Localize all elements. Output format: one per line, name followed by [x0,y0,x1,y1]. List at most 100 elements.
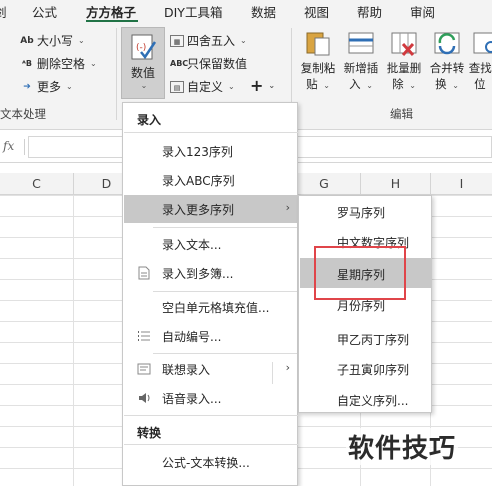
keep-values-label: 只保留数值 [187,57,248,71]
rounding-label: 四舍五入 [187,34,236,48]
ribbon-separator [116,28,117,120]
insert-icon [346,28,376,58]
menu-item-label: 录入更多序列 [162,203,235,217]
submenu-item-label: 子丑寅卯序列 [337,363,410,377]
delete-spaces-button[interactable]: ᴬB 删除空格 ⌄ [20,55,97,72]
custom-label: 自定义 [187,80,224,94]
section-convert-header: 转换 [137,426,162,440]
menu-item-entry-text[interactable]: 录入文本... [124,230,298,258]
chevron-down-icon: ⌄ [66,82,73,91]
menu-item-entry-123[interactable]: 录入123序列 [124,137,298,165]
batch-delete-button[interactable]: 批量删 除 ⌄ [384,28,424,94]
submenu-item-heavenly-stems[interactable]: 甲乙丙丁序列 [300,323,432,353]
edit-group-label: 编辑 [390,107,413,121]
rounding-icon: ▦ [170,34,184,47]
find-locate-button[interactable]: 查找定 位 ⌄ [466,28,492,94]
chevron-right-icon: › [285,361,290,374]
value-dropdown-menu: 录入 录入123序列 录入ABC序列 录入更多序列 › 录入文本... 录入到多… [122,102,298,486]
value-button[interactable]: (-) 数值 ⌄ [121,27,165,99]
chevron-down-icon: ⌄ [268,81,276,90]
copy-paste-label-2: 贴 ⌄ [306,77,330,91]
batch-delete-label: 批量删 [386,61,422,75]
plus-label: + [250,76,264,95]
menu-item-auto-number[interactable]: 自动编号... [124,322,298,350]
menu-item-label: 公式-文本转换... [162,456,250,470]
submenu-item-custom-sequence[interactable]: 自定义序列... [300,384,432,414]
value-icon: (-) [131,34,157,60]
menu-item-label: 联想录入 [162,363,211,377]
find-locate-label-2: 位 ⌄ [474,77,492,91]
svg-text:(-): (-) [136,43,146,53]
batch-delete-label-2: 除 ⌄ [392,77,416,91]
menu-item-formula-text[interactable]: 公式-文本转换... [124,448,298,476]
submenu-item-earthly-branches[interactable]: 子丑寅卯序列 [300,353,432,383]
tab-fangfang[interactable]: 方方格子 [86,2,136,21]
menu-tab-bar: 剑 公式 方方格子 DIY工具箱 数据 视图 帮助 审阅 [0,0,492,22]
more-sequences-submenu: 罗马序列 中文数字序列 星期序列 月份序列 甲乙丙丁序列 子丑寅卯序列 自定义序… [298,195,432,413]
column-header-h[interactable]: H [360,173,430,195]
associate-icon [137,363,151,375]
menu-item-label: 录入ABC序列 [162,174,235,188]
more-label: 更多 [37,80,62,94]
arrow-right-icon: ➔ [23,81,31,92]
fx-icon[interactable]: fx [3,139,14,153]
menu-item-entry-more[interactable]: 录入更多序列 › [124,195,298,223]
speaker-icon [139,393,150,403]
text-group-label: 文本处理 [0,107,46,121]
tab-partial[interactable]: 剑 [0,2,7,21]
menu-item-entry-multi-book[interactable]: 录入到多簿... [124,259,298,287]
menu-item-label: 空白单元格填充值... [162,301,270,315]
chevron-down-icon: ⌄ [228,82,235,91]
menu-separator [153,353,297,354]
document-icon [138,266,150,280]
submenu-item-label: 甲乙丙丁序列 [337,333,410,347]
delete-spaces-icon: ᴬB [22,58,32,68]
tab-help[interactable]: 帮助 [357,2,382,21]
merge-convert-button[interactable]: 合并转 换 ⌄ [427,28,467,94]
menu-item-label: 录入123序列 [162,145,233,159]
chevron-down-icon: ⌄ [78,36,85,45]
submenu-item-label: 罗马序列 [337,206,386,220]
highlight-box [314,246,406,300]
merge-convert-label-2: 换 ⌄ [435,77,459,91]
keep-values-icon: ABC [170,58,189,68]
upper-lower-button[interactable]: Ab 大小写 ⌄ [20,32,85,49]
custom-button[interactable]: ▤ 自定义 ⌄ [170,78,235,95]
tab-review[interactable]: 审阅 [410,2,435,21]
menu-item-entry-abc[interactable]: 录入ABC序列 [124,166,298,194]
menu-item-label: 录入文本... [162,238,222,252]
more-button[interactable]: ➔ 更多 ⌄ [20,78,73,95]
find-icon [471,28,492,58]
numbered-list-icon [138,331,150,341]
insert-button[interactable]: 新增插 入 ⌄ [341,28,381,94]
chevron-right-icon: › [285,201,290,214]
plus-button[interactable]: + ⌄ [250,76,275,95]
clipboard-icon [303,28,333,58]
column-header-c[interactable]: C [0,173,73,195]
menu-item-label: 语音录入... [162,392,222,406]
rounding-button[interactable]: ▦ 四舍五入 ⌄ [170,32,247,49]
menu-item-label: 自动编号... [162,330,222,344]
column-header-g[interactable]: G [298,173,350,195]
menu-item-fill-blank[interactable]: 空白单元格填充值... [124,293,298,321]
tab-formulas[interactable]: 公式 [32,2,57,21]
menu-separator [153,227,297,228]
menu-separator [153,291,297,292]
copy-paste-label: 复制粘 [300,61,336,75]
tab-data[interactable]: 数据 [251,2,276,21]
delete-icon [389,28,419,58]
insert-label: 新增插 [343,61,379,75]
menu-item-voice-entry[interactable]: 语音录入... [124,384,298,412]
chevron-down-icon: ⌄ [240,36,247,45]
grid-line [73,195,74,486]
menu-item-label: 录入到多簿... [162,267,234,281]
keep-values-button[interactable]: ABC 只保留数值 [170,55,247,72]
tab-view[interactable]: 视图 [304,2,329,21]
submenu-item-roman[interactable]: 罗马序列 [300,196,432,226]
column-header-i[interactable]: I [430,173,492,195]
section-entry-header: 录入 [137,113,162,127]
tab-diy-toolbox[interactable]: DIY工具箱 [164,2,222,21]
chevron-down-icon: ⌄ [140,81,148,90]
upper-lower-label: 大小写 [37,34,74,48]
copy-paste-button[interactable]: 复制粘 贴 ⌄ [298,28,338,94]
